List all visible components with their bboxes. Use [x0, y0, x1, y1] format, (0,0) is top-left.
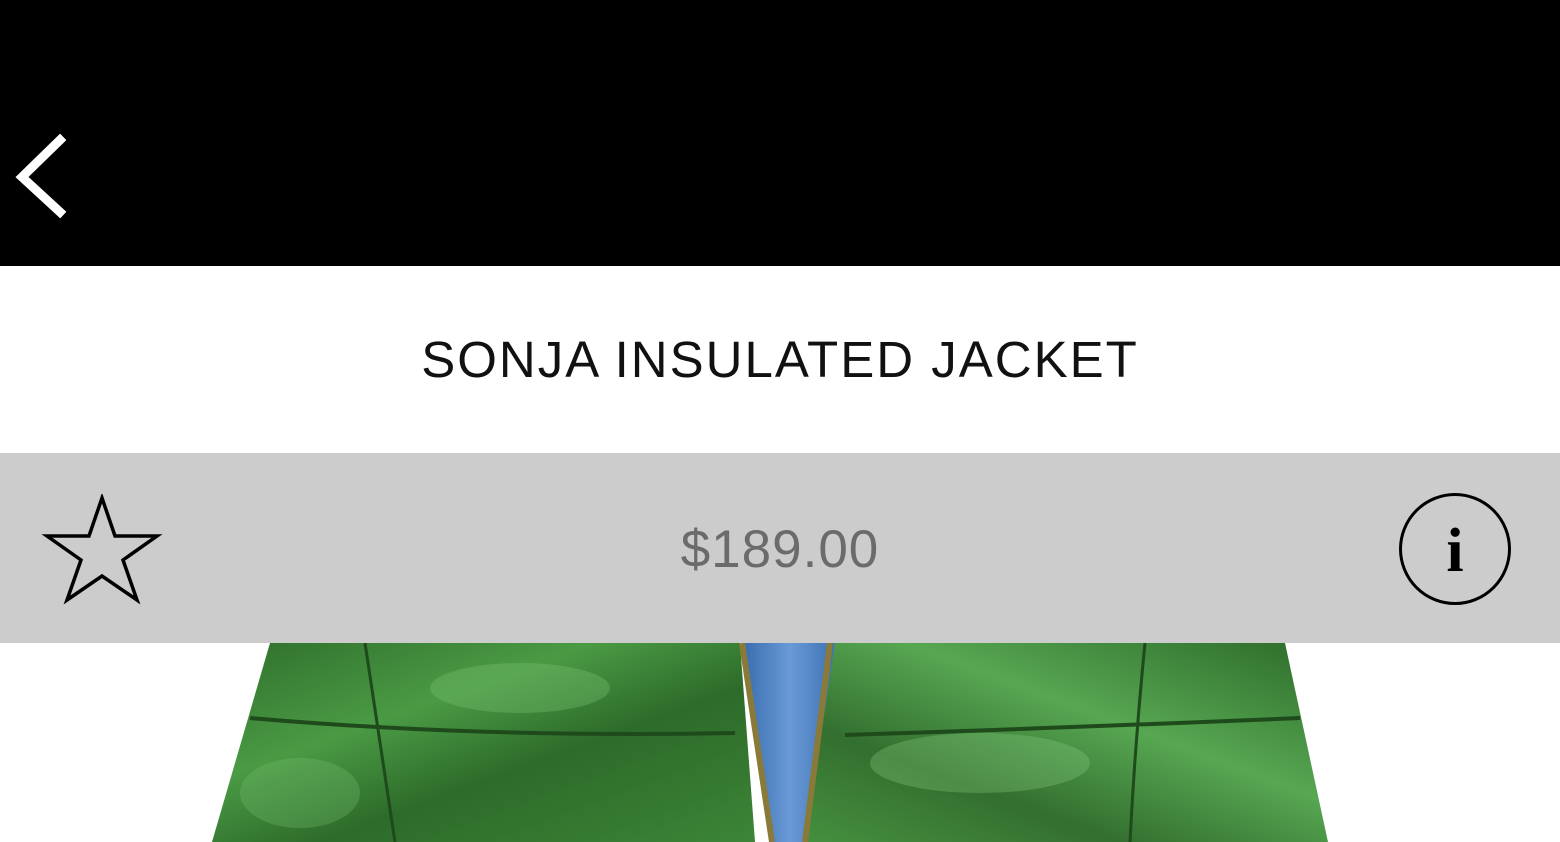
info-button[interactable]: i: [1399, 493, 1511, 605]
product-title: SONJA INSULATED JACKET: [421, 331, 1139, 388]
product-price: $189.00: [680, 519, 880, 579]
chevron-left-icon: [15, 133, 67, 219]
price-bar: $189.00 i: [0, 453, 1560, 643]
product-detail-screen: SONJA INSULATED JACKET $189.00 i: [0, 0, 1560, 842]
info-icon: i: [1446, 517, 1464, 585]
back-button[interactable]: [0, 120, 80, 230]
product-image: [0, 643, 1560, 842]
top-nav-bar: [0, 0, 1560, 266]
jacket-image: [212, 643, 1328, 842]
title-band: SONJA INSULATED JACKET: [0, 266, 1560, 453]
